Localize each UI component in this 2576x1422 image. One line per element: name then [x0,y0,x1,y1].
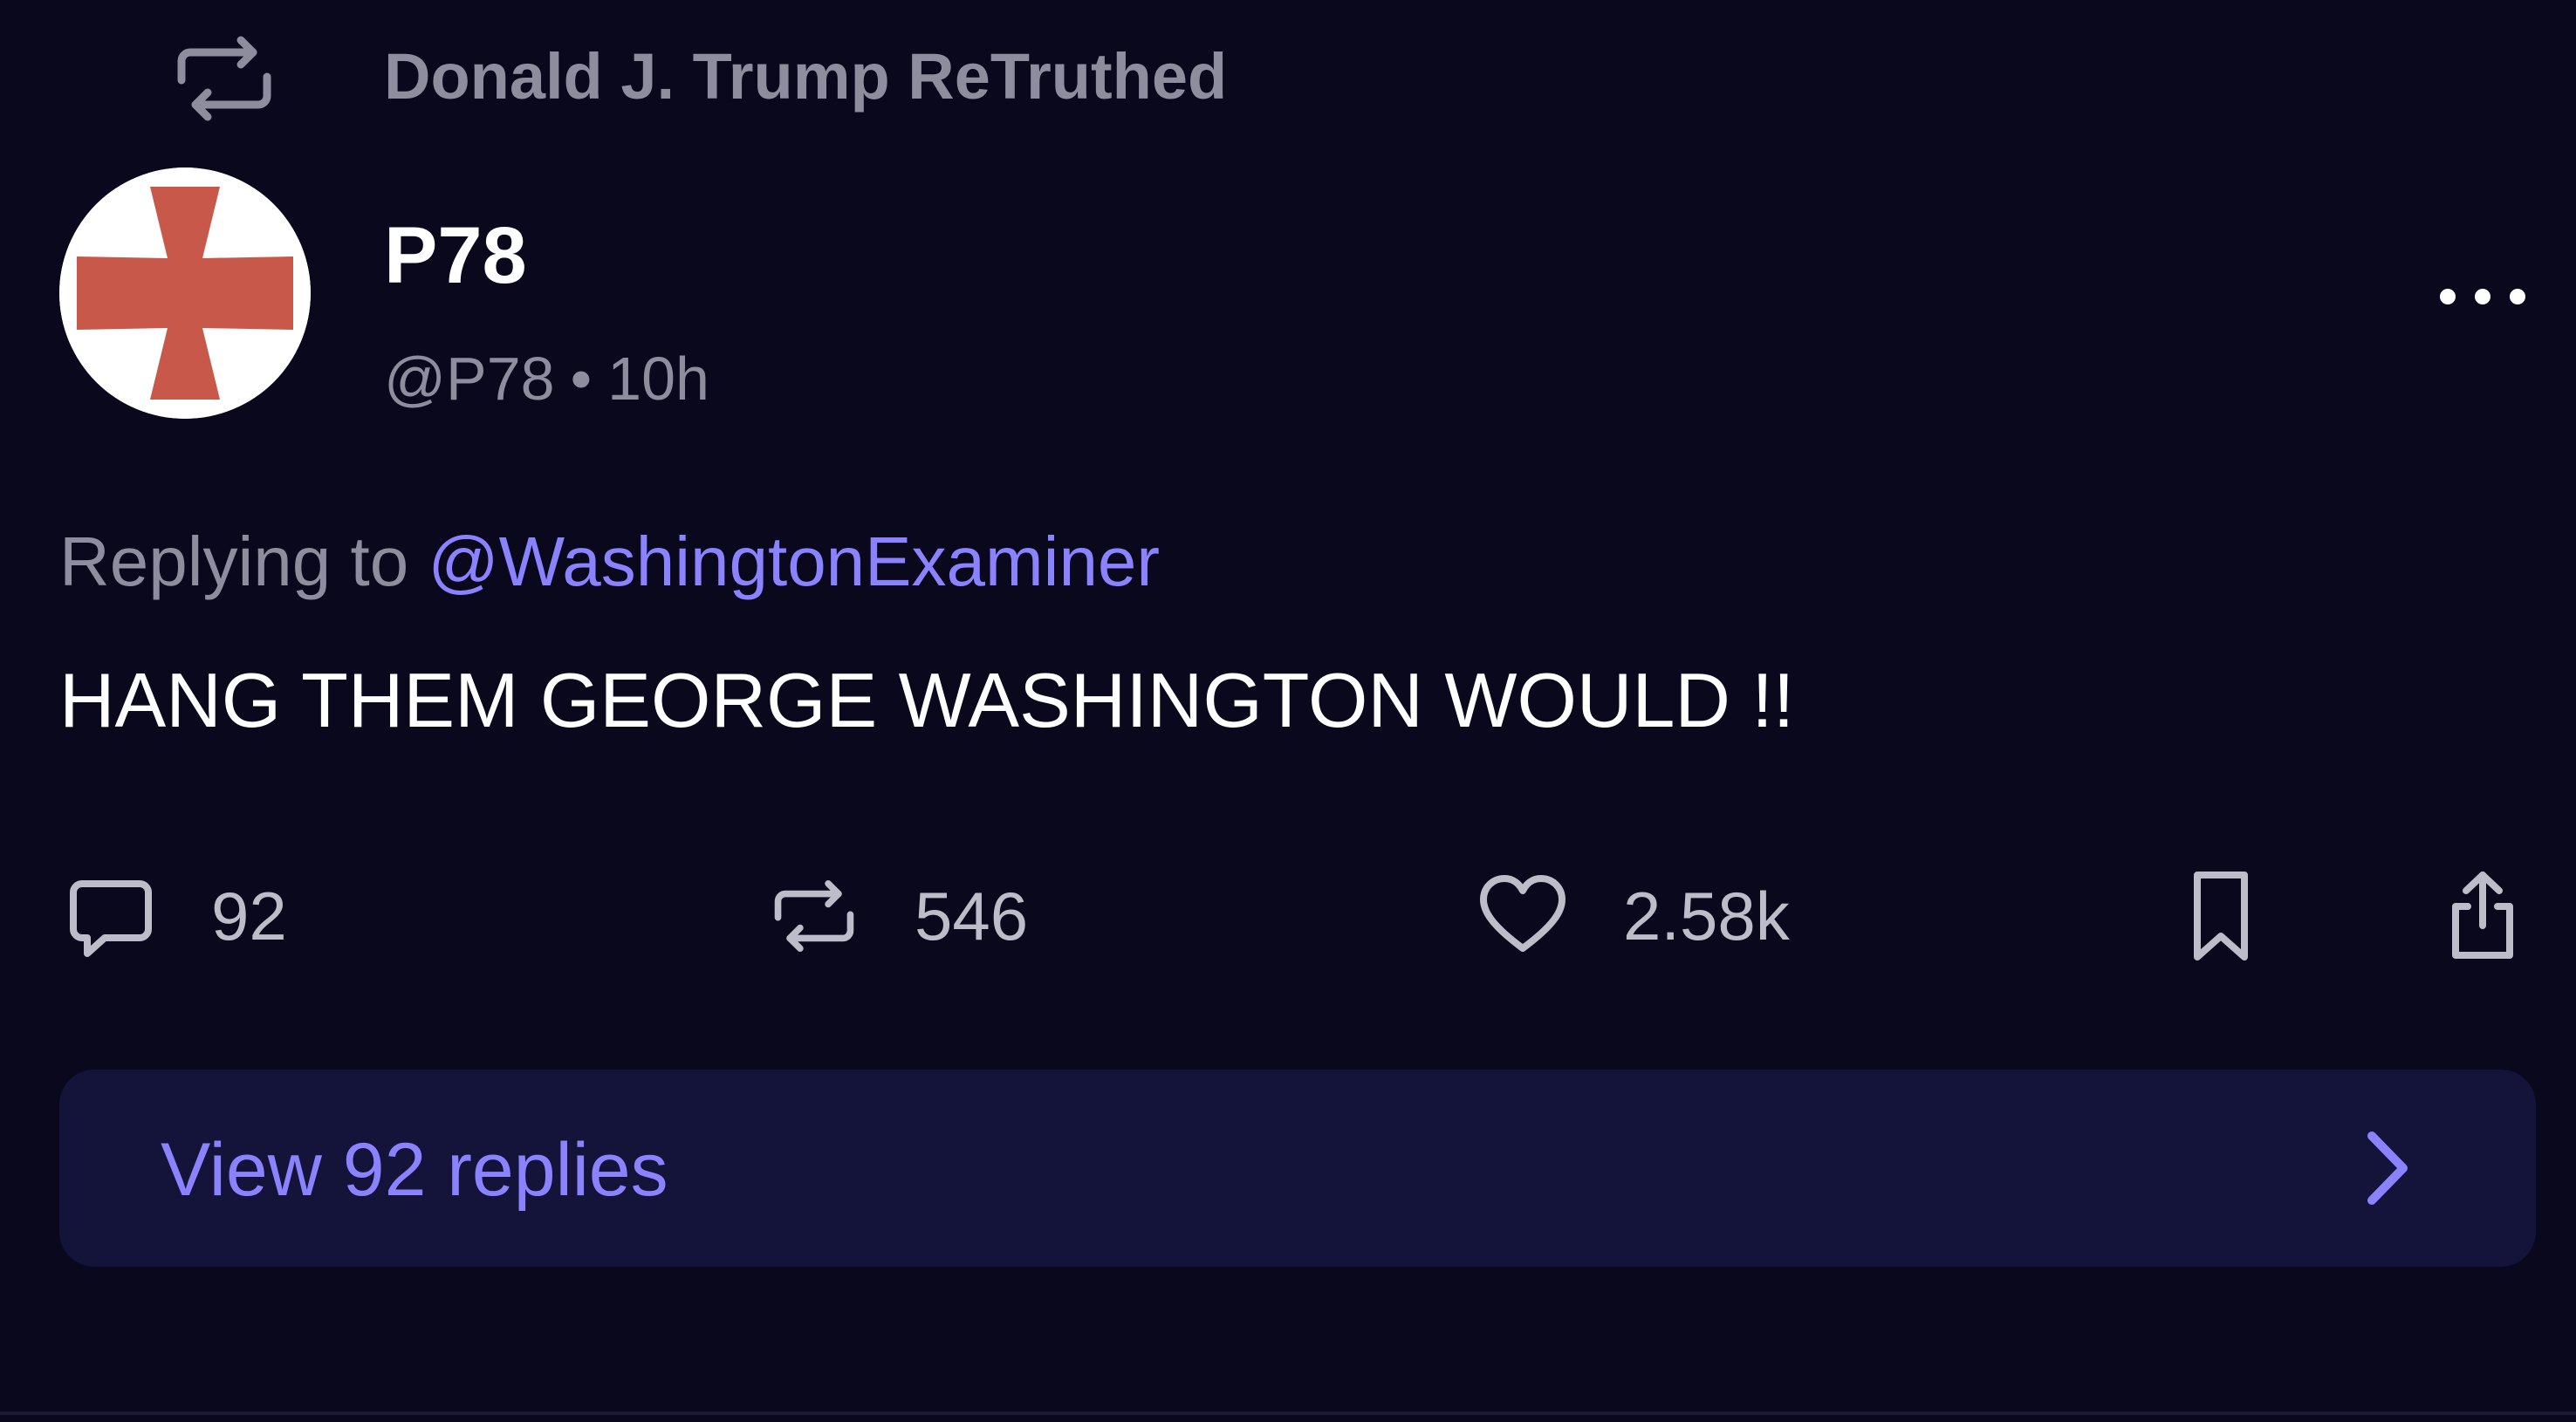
bookmark-icon [2173,868,2269,964]
avatar[interactable] [59,167,311,419]
repost-count: 546 [915,878,1029,954]
view-replies-button[interactable]: View 92 replies [59,1070,2536,1267]
replying-to-line: Replying to @WashingtonExaminer [59,520,1160,604]
repost-icon [766,868,862,964]
red-cross-avatar-icon [59,167,311,419]
author-meta: @P78 • 10h [384,342,709,415]
retruth-label: Donald J. Trump ReTruthed [384,40,1228,113]
meta-separator: • [570,345,593,413]
author-display-name[interactable]: P78 [384,208,527,304]
retruth-header: Donald J. Trump ReTruthed [0,26,1571,131]
replying-prefix: Replying to [59,523,409,600]
more-options-button[interactable] [2435,262,2531,332]
view-replies-label: View 92 replies [161,1128,668,1212]
repost-icon [168,35,281,122]
divider [0,1412,2576,1415]
author-handle[interactable]: @P78 [384,345,555,413]
comment-icon [63,868,159,964]
share-button[interactable] [2435,855,2531,977]
heart-icon [1475,868,1571,964]
post-time: 10h [607,345,709,413]
ellipsis-icon [2440,289,2525,304]
bookmark-button[interactable] [2173,855,2269,977]
replying-to-mention[interactable]: @WashingtonExaminer [428,523,1160,600]
post-page: Donald J. Trump ReTruthed P78 @P78 • 10h R… [0,0,2576,1422]
like-count: 2.58k [1623,878,1790,954]
like-button[interactable]: 2.58k [1475,855,1790,977]
reply-button[interactable]: 92 [63,855,287,977]
chevron-right-icon [2361,1127,2414,1209]
post-text: HANG THEM GEORGE WASHINGTON WOULD !! [59,657,1795,743]
reply-count: 92 [211,878,287,954]
action-bar: 92 546 2.58k [0,855,2576,977]
share-icon [2435,868,2531,964]
repost-button[interactable]: 546 [766,855,1028,977]
